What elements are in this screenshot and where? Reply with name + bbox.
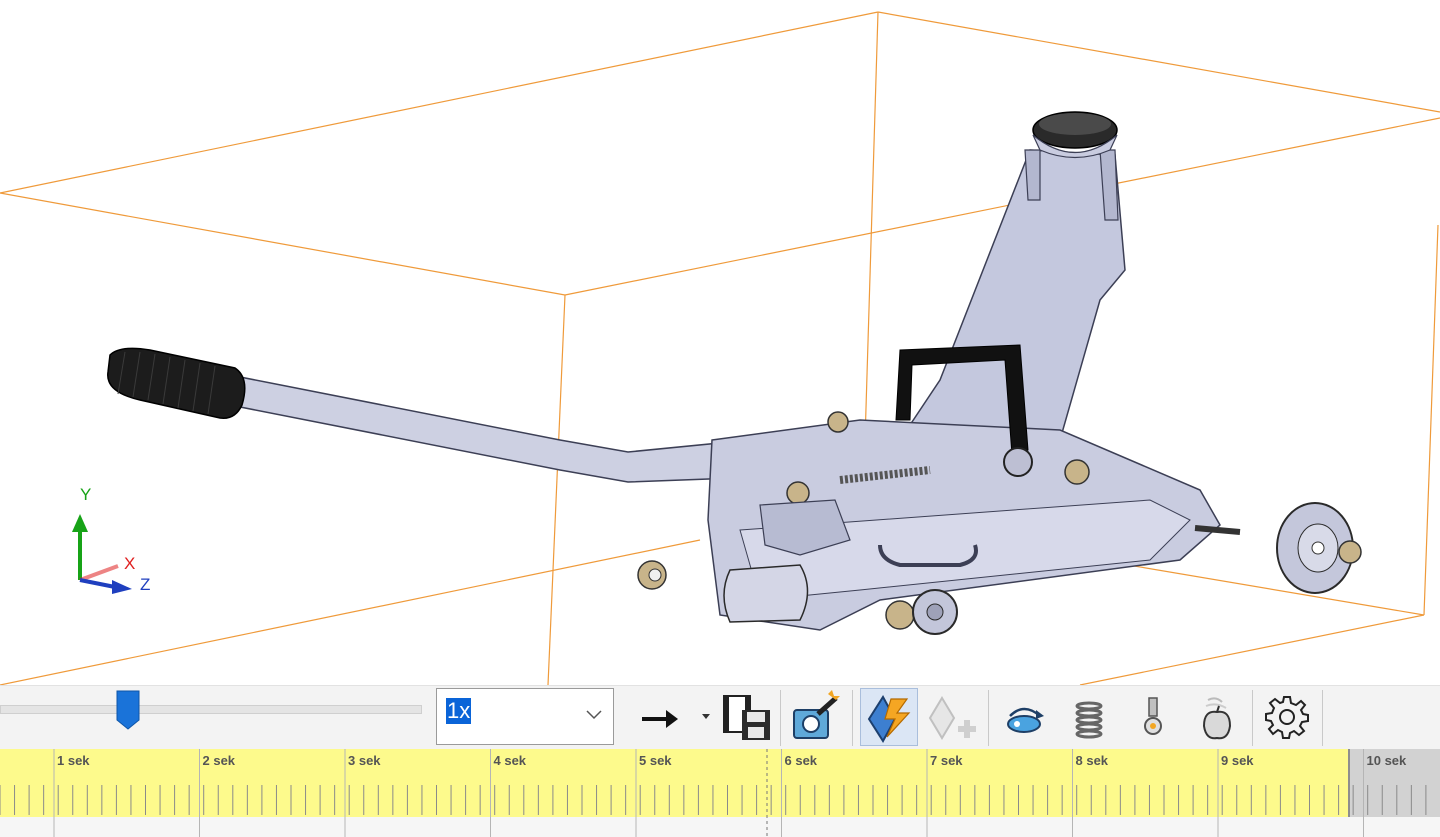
play-forward-icon <box>642 710 678 728</box>
gravity-icon <box>1202 697 1232 740</box>
play-mode-dropdown-icon[interactable] <box>702 714 710 720</box>
loose-wheel <box>1276 502 1362 594</box>
timeline-tick-label: 6 sek <box>784 753 818 768</box>
timeline-tick-label: 10 sek <box>1366 753 1407 768</box>
graphics-viewport[interactable]: Y X Z <box>0 0 1440 685</box>
timeline-tick-label: 2 sek <box>202 753 236 768</box>
jack-body <box>707 111 1241 635</box>
animation-wizard-icon <box>793 690 840 739</box>
loose-nut <box>637 560 667 590</box>
jack-handle <box>107 347 736 483</box>
calculate-button[interactable] <box>860 688 918 746</box>
timeline-tick-label: 3 sek <box>348 753 381 768</box>
spring-button[interactable] <box>1060 688 1118 746</box>
time-slider-track[interactable] <box>0 705 422 714</box>
save-animation-icon <box>723 695 770 740</box>
animation-wizard-button[interactable] <box>788 688 846 746</box>
motor-icon <box>1007 707 1044 733</box>
settings-button[interactable] <box>1258 688 1316 746</box>
timeline-tick-label: 8 sek <box>1075 753 1109 768</box>
playback-speed-dropdown[interactable]: 1x <box>436 688 614 745</box>
settings-icon <box>1265 696 1309 739</box>
motor-button[interactable] <box>996 688 1054 746</box>
timeline-tick-label: 1 sek <box>57 753 90 768</box>
timeline[interactable]: 1 sek 2 sek 3 sek 4 sek 5 sek 6 sek 7 sek 8 sek… <box>0 749 1440 837</box>
add-key-icon <box>928 696 976 740</box>
chevron-down-icon <box>586 710 602 720</box>
axis-z-label: Z <box>140 575 150 594</box>
motion-toolbar: 1x <box>0 685 1440 749</box>
gravity-button[interactable] <box>1188 688 1246 746</box>
spring-icon <box>1075 701 1103 739</box>
axis-y-label: Y <box>80 485 91 504</box>
timeline-tick-label: 9 sek <box>1221 753 1254 768</box>
contact-button[interactable] <box>1124 688 1182 746</box>
play-mode-button[interactable] <box>632 688 690 746</box>
add-key-button[interactable] <box>924 688 982 746</box>
axis-x-label: X <box>124 554 135 573</box>
timeline-tick-label: 5 sek <box>639 753 672 768</box>
time-slider-thumb[interactable] <box>116 690 140 730</box>
timeline-tick-label: 7 sek <box>930 753 963 768</box>
calculate-icon <box>867 695 911 743</box>
timeline-tick-label: 4 sek <box>493 753 527 768</box>
playback-speed-value: 1x <box>446 698 472 724</box>
contact-icon <box>1144 697 1162 735</box>
save-animation-button[interactable] <box>718 688 776 746</box>
jack-model-scene[interactable]: Y X Z <box>0 0 1440 685</box>
axis-triad: Y X Z <box>72 485 150 594</box>
